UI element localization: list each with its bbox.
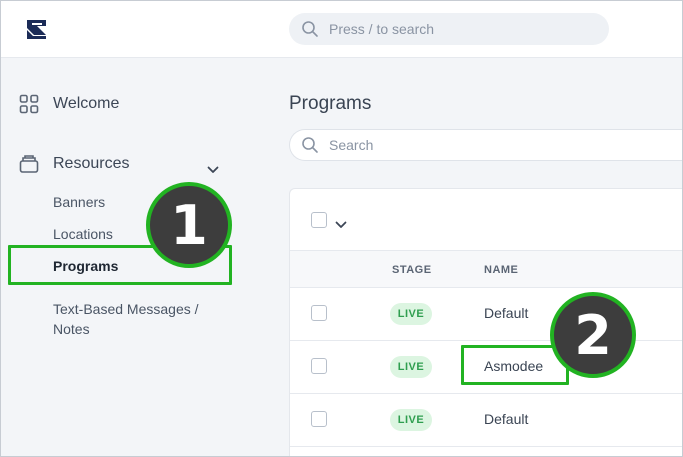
- page-title: Programs: [289, 93, 372, 114]
- search-icon: [301, 20, 319, 38]
- bulk-select-row: [290, 189, 683, 251]
- sidebar-item-resources[interactable]: Resources: [19, 154, 129, 174]
- search-icon: [301, 136, 319, 154]
- logo-icon[interactable]: [24, 17, 50, 41]
- status-badge: LIVE: [390, 356, 432, 378]
- global-search-placeholder: Press / to search: [329, 21, 435, 37]
- step-badge-2: 2: [550, 292, 636, 378]
- status-badge: LIVE: [390, 303, 432, 325]
- global-search-input[interactable]: Press / to search: [289, 13, 609, 45]
- select-all-checkbox[interactable]: [311, 212, 327, 228]
- step-badge-1: 1: [146, 182, 232, 268]
- table-header-row: STAGE NAME: [290, 251, 683, 288]
- top-bar: Press / to search: [0, 0, 683, 58]
- sidebar-item-resources-label: Resources: [53, 155, 130, 172]
- column-header-name[interactable]: NAME: [484, 264, 518, 276]
- row-checkbox[interactable]: [311, 305, 327, 321]
- sidebar-item-welcome[interactable]: Welcome: [19, 94, 119, 114]
- chevron-down-icon[interactable]: [335, 216, 347, 228]
- table-row[interactable]: LIVE Default: [290, 394, 683, 447]
- status-badge: LIVE: [390, 409, 432, 431]
- chevron-down-icon[interactable]: [207, 161, 219, 173]
- sidebar-item-banners[interactable]: Banners: [53, 194, 105, 210]
- row-checkbox[interactable]: [311, 358, 327, 374]
- sidebar-item-text-based-messages[interactable]: Text-Based Messages /: [53, 301, 199, 317]
- grid-icon: [19, 94, 39, 114]
- sidebar-item-welcome-label: Welcome: [53, 95, 120, 112]
- row-name[interactable]: Default: [484, 411, 528, 427]
- row-name[interactable]: Default: [484, 305, 528, 321]
- sidebar-item-locations[interactable]: Locations: [53, 226, 113, 242]
- list-search-input[interactable]: Search: [289, 129, 683, 161]
- list-search-placeholder: Search: [329, 137, 374, 153]
- row-checkbox[interactable]: [311, 411, 327, 427]
- sidebar-item-notes[interactable]: Notes: [53, 321, 90, 337]
- resources-icon: [19, 154, 39, 174]
- column-header-stage[interactable]: STAGE: [392, 264, 432, 276]
